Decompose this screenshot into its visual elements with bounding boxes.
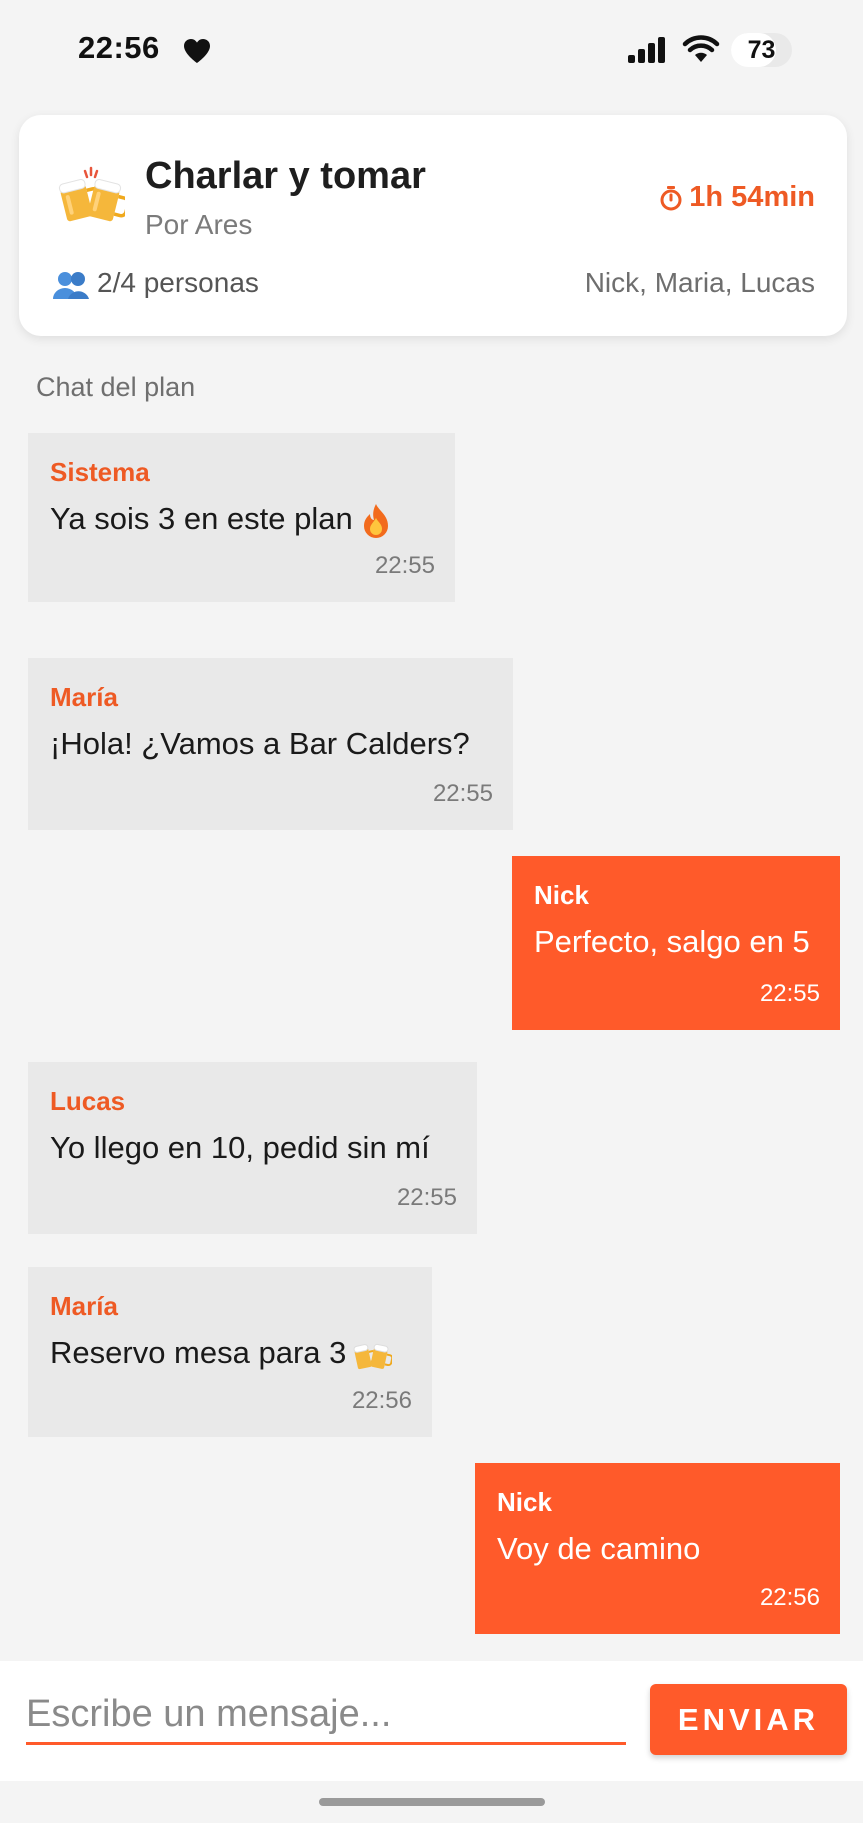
wifi-icon xyxy=(682,35,720,62)
people-count: 2/4 personas xyxy=(97,267,259,298)
message-time: 22:55 xyxy=(374,552,435,579)
send-button[interactable]: ENVIAR xyxy=(650,1684,847,1755)
message-sender: Nick xyxy=(497,1487,552,1517)
timer-icon xyxy=(660,185,682,210)
message-bubble-own[interactable]: Nick Voy de camino 22:56 xyxy=(475,1463,840,1634)
message-text: Yo llego en 10, pedid sin mí xyxy=(50,1130,430,1165)
message-sender: Sistema xyxy=(50,457,150,487)
message-bubble[interactable]: María Reservo mesa para 3 22:56 xyxy=(28,1267,432,1437)
home-indicator[interactable] xyxy=(319,1798,545,1806)
beer-mugs-icon xyxy=(58,166,125,222)
chat-screen: 22:56 73 Charlar y tomar Por Ares 1h 54m… xyxy=(0,0,863,1823)
plan-timer: 1h 54min xyxy=(659,181,815,214)
chat-section-label: Chat del plan xyxy=(36,372,196,402)
plan-author: Por Ares xyxy=(145,209,253,240)
message-bubble[interactable]: María ¡Hola! ¿Vamos a Bar Calders? 22:55 xyxy=(28,658,513,830)
signal-icon xyxy=(628,37,665,63)
battery-indicator: 73 xyxy=(731,33,792,67)
message-time: 22:56 xyxy=(351,1387,412,1414)
message-sender: María xyxy=(50,1291,118,1321)
message-sender: Lucas xyxy=(50,1086,126,1116)
member-names: Nick, Maria, Lucas xyxy=(584,267,815,298)
message-text: Reservo mesa para 3 xyxy=(50,1335,393,1372)
message-time: 22:55 xyxy=(396,1184,457,1211)
message-bubble[interactable]: Sistema Ya sois 3 en este plan 22:55 xyxy=(28,433,455,602)
people-icon xyxy=(53,272,89,299)
battery-percent: 73 xyxy=(747,36,776,64)
plan-card[interactable]: Charlar y tomar Por Ares 1h 54min 2/4 pe… xyxy=(19,115,847,336)
message-text: Voy de camino xyxy=(497,1531,701,1566)
message-time: 22:55 xyxy=(759,980,820,1007)
message-bubble[interactable]: Lucas Yo llego en 10, pedid sin mí 22:55 xyxy=(28,1062,477,1234)
message-bubble-own[interactable]: Nick Perfecto, salgo en 5 22:55 xyxy=(512,856,840,1030)
message-text: ¡Hola! ¿Vamos a Bar Calders? xyxy=(50,726,470,761)
message-sender: Nick xyxy=(534,880,589,910)
message-text: Ya sois 3 en este plan xyxy=(50,501,393,540)
beer-mugs-icon xyxy=(353,1343,393,1369)
message-text: Perfecto, salgo en 5 xyxy=(534,924,810,959)
message-input[interactable] xyxy=(26,1687,626,1745)
message-composer: ENVIAR xyxy=(0,1661,863,1781)
status-bar: 22:56 73 xyxy=(0,0,863,104)
status-time: 22:56 xyxy=(78,30,160,65)
message-sender: María xyxy=(50,682,118,712)
timer-label: 1h 54min xyxy=(689,181,815,213)
message-time: 22:55 xyxy=(432,780,493,807)
fire-icon xyxy=(363,503,388,538)
plan-title: Charlar y tomar xyxy=(145,155,426,197)
message-time: 22:56 xyxy=(759,1584,820,1611)
heart-icon xyxy=(184,39,210,63)
